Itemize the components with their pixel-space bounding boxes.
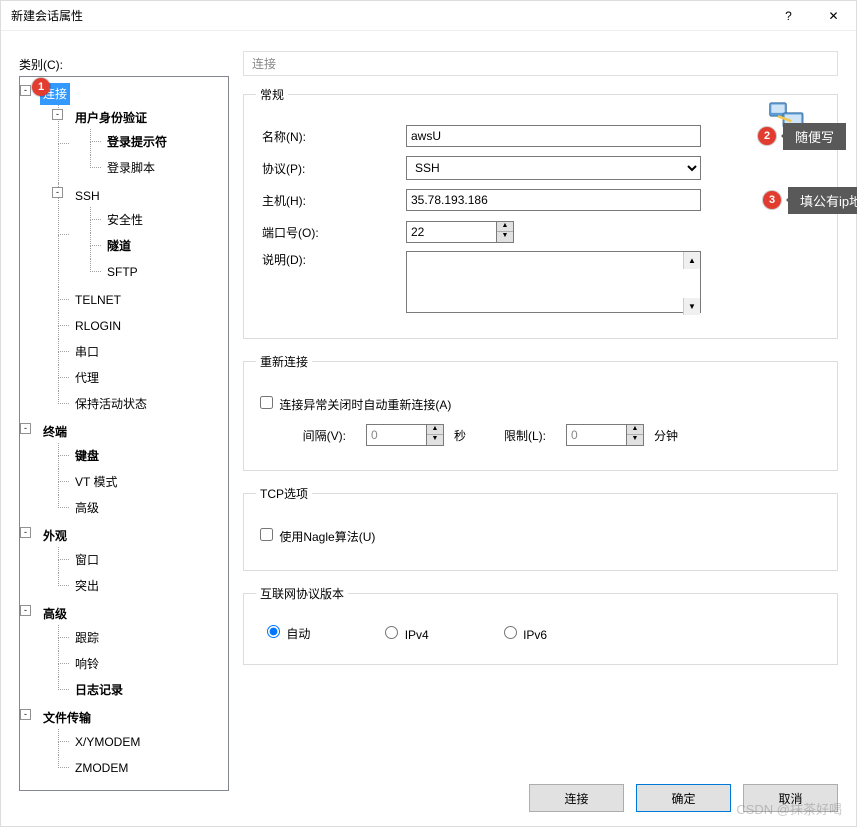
window-title: 新建会话属性 bbox=[11, 7, 766, 24]
tree-node-security[interactable]: 安全性 bbox=[104, 209, 146, 231]
expander-terminal[interactable]: - bbox=[20, 423, 31, 434]
tree-node-tracking[interactable]: 跟踪 bbox=[72, 627, 102, 649]
tcp-legend: TCP选项 bbox=[256, 485, 312, 502]
ip-auto-radio[interactable] bbox=[267, 625, 280, 638]
scroll-down-icon[interactable]: ▼ bbox=[683, 298, 700, 315]
spin-down-icon: ▼ bbox=[627, 435, 643, 445]
protocol-label: 协议(P): bbox=[256, 160, 406, 177]
titlebar: 新建会话属性 ? ✕ bbox=[1, 1, 856, 31]
seconds-label: 秒 bbox=[454, 427, 466, 444]
tree-node-terminal[interactable]: 终端 bbox=[40, 421, 70, 443]
scroll-up-icon[interactable]: ▲ bbox=[683, 252, 700, 269]
limit-input bbox=[566, 424, 626, 446]
tree-node-vtmode[interactable]: VT 模式 bbox=[72, 471, 120, 493]
tree-node-xymodem[interactable]: X/YMODEM bbox=[72, 731, 143, 753]
tree-node-sftp[interactable]: SFTP bbox=[104, 261, 141, 283]
help-button[interactable]: ? bbox=[766, 1, 811, 31]
annotation-tooltip-3: 填公有ip地址 bbox=[788, 187, 857, 214]
tree-node-keepalive[interactable]: 保持活动状态 bbox=[72, 393, 150, 415]
category-tree[interactable]: 1 - 连接 -用户身份验证 登录提示符 登录脚本 -SSH 安全性 隧道 SF… bbox=[19, 76, 229, 791]
name-input[interactable] bbox=[406, 125, 701, 147]
desc-label: 说明(D): bbox=[256, 251, 406, 268]
reconnect-group: 重新连接 连接异常关闭时自动重新连接(A) 间隔(V): ▲▼ 秒 限制(L):… bbox=[243, 353, 838, 471]
host-label: 主机(H): bbox=[256, 192, 406, 209]
annotation-tooltip-2: 随便写 bbox=[783, 123, 846, 150]
desc-textarea[interactable] bbox=[406, 251, 701, 313]
tree-node-rlogin[interactable]: RLOGIN bbox=[72, 315, 124, 337]
minutes-label: 分钟 bbox=[654, 427, 678, 444]
interval-input bbox=[366, 424, 426, 446]
expander-appearance[interactable]: - bbox=[20, 527, 31, 538]
spin-down-icon: ▼ bbox=[427, 435, 443, 445]
tree-node-keyboard[interactable]: 键盘 bbox=[72, 445, 102, 467]
tree-node-login-script[interactable]: 登录脚本 bbox=[104, 157, 158, 179]
auto-reconnect-label[interactable]: 连接异常关闭时自动重新连接(A) bbox=[256, 393, 451, 413]
nagle-checkbox[interactable] bbox=[260, 528, 273, 541]
interval-spinner: ▲▼ bbox=[366, 424, 444, 446]
expander-advanced[interactable]: - bbox=[20, 605, 31, 616]
tree-node-appearance[interactable]: 外观 bbox=[40, 525, 70, 547]
general-legend: 常规 bbox=[256, 86, 288, 103]
tree-node-zmodem[interactable]: ZMODEM bbox=[72, 757, 131, 779]
settings-panel: 连接 常规 名称(N): 2 随便写 协议(P): SSH 主机(H): 3 填… bbox=[243, 51, 838, 766]
connect-button[interactable]: 连接 bbox=[529, 784, 624, 812]
spin-down-icon[interactable]: ▼ bbox=[497, 232, 513, 242]
tree-node-transfer[interactable]: 文件传输 bbox=[40, 707, 94, 729]
host-input[interactable] bbox=[406, 189, 701, 211]
interval-label: 间隔(V): bbox=[256, 427, 366, 444]
reconnect-legend: 重新连接 bbox=[256, 353, 312, 370]
tcp-group: TCP选项 使用Nagle算法(U) bbox=[243, 485, 838, 571]
annotation-badge-3: 3 bbox=[763, 191, 781, 209]
ok-button[interactable]: 确定 bbox=[636, 784, 731, 812]
nagle-label[interactable]: 使用Nagle算法(U) bbox=[256, 525, 375, 545]
port-spinner[interactable]: ▲▼ bbox=[406, 221, 514, 243]
name-label: 名称(N): bbox=[256, 128, 406, 145]
protocol-select[interactable]: SSH bbox=[406, 156, 701, 180]
expander-transfer[interactable]: - bbox=[20, 709, 31, 720]
close-button[interactable]: ✕ bbox=[811, 1, 856, 31]
dialog-window: 新建会话属性 ? ✕ 类别(C): 1 - 连接 -用户身份验证 登录提示符 登… bbox=[0, 0, 857, 827]
annotation-badge-2: 2 bbox=[758, 127, 776, 145]
auto-reconnect-checkbox[interactable] bbox=[260, 396, 273, 409]
ip-v6-option[interactable]: IPv6 bbox=[499, 623, 547, 642]
tree-node-auth[interactable]: 用户身份验证 bbox=[72, 107, 150, 129]
tree-node-proxy[interactable]: 代理 bbox=[72, 367, 102, 389]
tree-node-bell[interactable]: 响铃 bbox=[72, 653, 102, 675]
ip-v4-radio[interactable] bbox=[385, 626, 398, 639]
port-label: 端口号(O): bbox=[256, 224, 406, 241]
watermark-text: CSDN @抹茶好喝 bbox=[736, 799, 842, 818]
tree-node-window[interactable]: 窗口 bbox=[72, 549, 102, 571]
tree-node-ssh[interactable]: SSH bbox=[72, 185, 103, 207]
tree-node-serial[interactable]: 串口 bbox=[72, 341, 102, 363]
limit-spinner: ▲▼ bbox=[566, 424, 644, 446]
general-group: 常规 名称(N): 2 随便写 协议(P): SSH 主机(H): 3 填公有i… bbox=[243, 86, 838, 339]
ipversion-group: 互联网协议版本 自动 IPv4 IPv6 bbox=[243, 585, 838, 665]
spin-up-icon: ▲ bbox=[627, 425, 643, 435]
tree-node-telnet[interactable]: TELNET bbox=[72, 289, 124, 311]
tree-node-login-prompt[interactable]: 登录提示符 bbox=[104, 131, 170, 153]
spin-up-icon[interactable]: ▲ bbox=[497, 222, 513, 232]
spin-up-icon: ▲ bbox=[427, 425, 443, 435]
port-input[interactable] bbox=[406, 221, 496, 243]
tree-node-tunnel[interactable]: 隧道 bbox=[104, 235, 134, 257]
tree-node-logging[interactable]: 日志记录 bbox=[72, 679, 126, 701]
tree-node-highlight[interactable]: 突出 bbox=[72, 575, 102, 597]
annotation-badge-1: 1 bbox=[32, 78, 50, 96]
ip-auto-option[interactable]: 自动 bbox=[262, 622, 310, 642]
tree-node-advanced[interactable]: 高级 bbox=[40, 603, 70, 625]
ip-v6-radio[interactable] bbox=[504, 626, 517, 639]
ipversion-legend: 互联网协议版本 bbox=[256, 585, 348, 602]
expander-auth[interactable]: - bbox=[52, 109, 63, 120]
expander-ssh[interactable]: - bbox=[52, 187, 63, 198]
expander-connection[interactable]: - bbox=[20, 85, 31, 96]
tree-node-advanced-terminal[interactable]: 高级 bbox=[72, 497, 102, 519]
limit-label: 限制(L): bbox=[476, 427, 566, 444]
section-header: 连接 bbox=[243, 51, 838, 76]
ip-v4-option[interactable]: IPv4 bbox=[380, 623, 428, 642]
